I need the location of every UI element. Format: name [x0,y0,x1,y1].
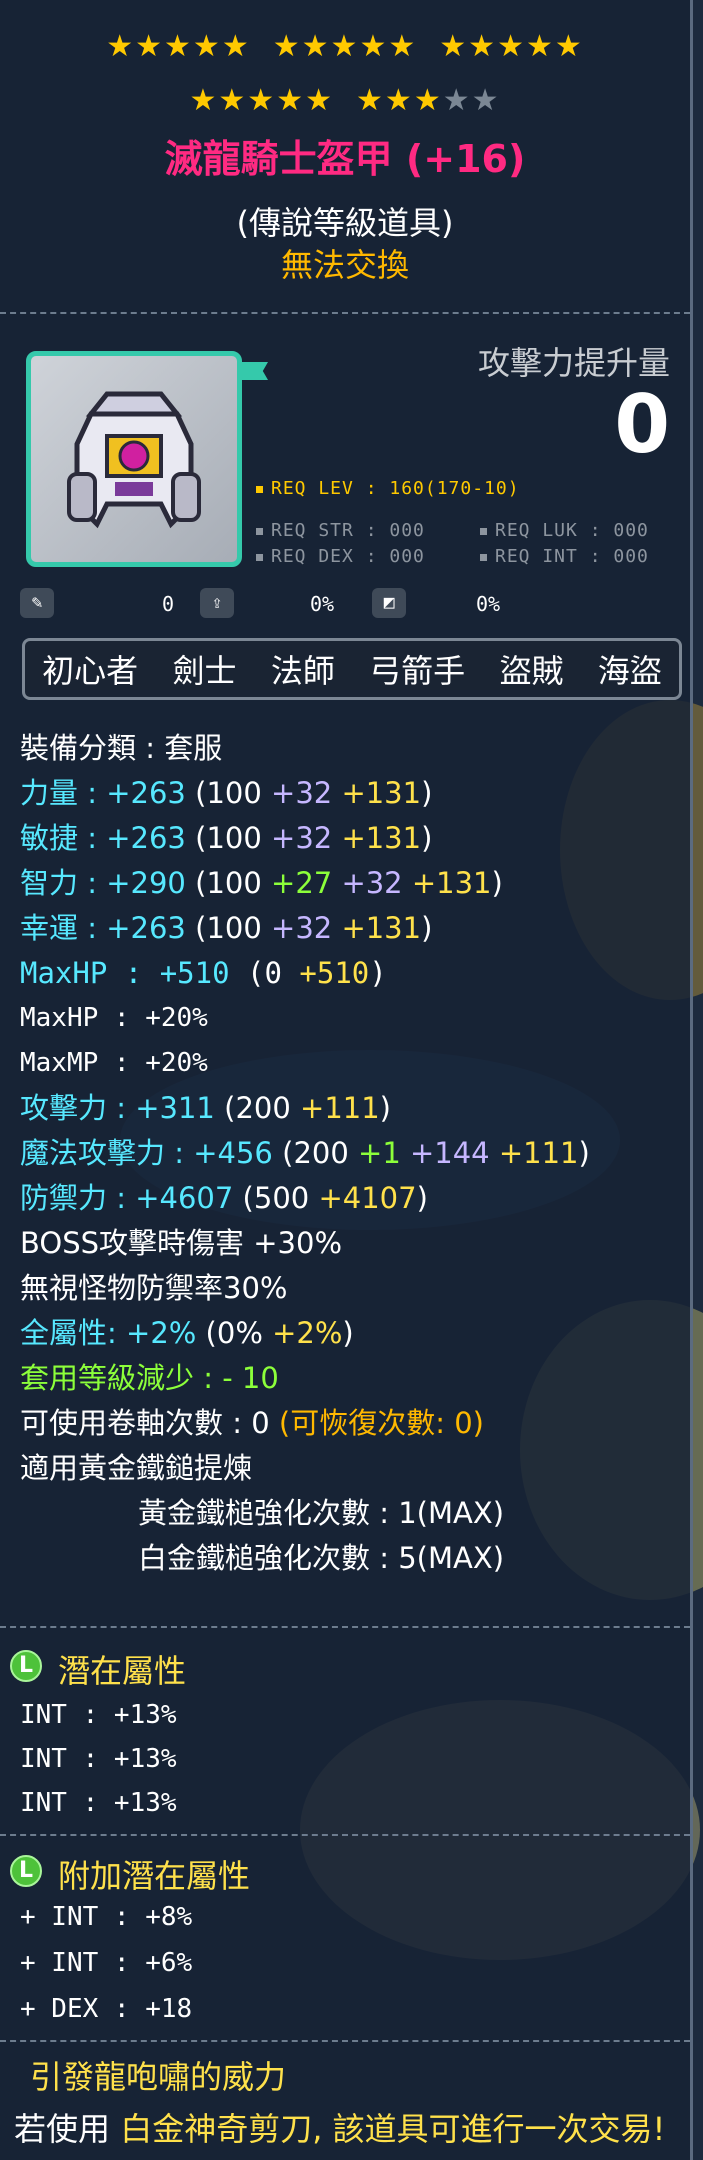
divider [0,1626,690,1628]
job-thief: 盜賊 [499,652,564,690]
stat-maxhp-pct: MaxHP : +20% [20,1003,208,1033]
star-icon: ★ [135,29,165,64]
star-icon: ★ [468,29,498,64]
item-grade: (傳說等級道具) [236,204,454,242]
stat-str: 力量 : +263 (100 +32 +131) [20,776,433,810]
star-icon: ★ [330,29,360,64]
equip-category: 裝備分類 : 套服 [20,731,223,765]
star-icon: ★ [301,29,331,64]
star-icon: ★ [221,29,251,64]
bullet-icon [480,527,487,535]
star-icon: ★ [554,29,584,64]
stat-platinum-hammer-count: 白金鐵槌強化次數 : 5(MAX) [138,1541,505,1575]
req-dex: REQ DEX : 000 [256,546,425,567]
star-icon: ★ [189,83,219,118]
additional-potential-line: + INT : +8% [20,1902,193,1932]
attack-increase-value: 0 [614,378,670,471]
stat-all-stat: 全屬性: +2% (0% +2%) [20,1316,354,1350]
item-name: 滅龍騎士盔甲 (+16) [164,137,526,181]
potential-line: INT : +13% [20,1744,177,1774]
item-effect-description: 若使用 白金神奇剪刀, 該道具可進行一次交易! [14,2110,666,2148]
bullet-icon [480,553,487,561]
upload-icon: ⇪ [200,588,234,618]
scroll-icon: ✎ [20,588,54,618]
divider [0,1834,690,1836]
divider [0,2040,690,2042]
stat-level-reduce: 套用等級減少 : - 10 [20,1361,279,1395]
star-icon: ★ [305,83,334,118]
star-icon: ★ [525,29,555,64]
star-icon: ★ [272,29,302,64]
star-force-row-1: ★★★★★ ★★★★★ ★★★★★ [0,30,690,64]
stat-boss-damage: BOSS攻擊時傷害 +30% [20,1226,343,1260]
legendary-badge-icon: L [10,1855,42,1887]
star-icon: ★ [247,83,277,118]
additional-potential-line: + INT : +6% [20,1948,193,1978]
star-icon: ★ [106,29,136,64]
star-icon: ★ [413,83,443,118]
empty-star-icon: ★ [471,83,501,118]
potential-line: INT : +13% [20,1788,177,1818]
slot-pct-1: 0% [310,592,335,616]
divider [0,312,690,314]
slot-count: 0 [162,592,175,616]
star-icon: ★ [164,29,193,64]
armor-icon [67,391,201,529]
star-icon: ★ [359,29,389,64]
star-icon: ★ [384,83,414,118]
star-icon: ★ [356,83,385,118]
upgrade-slots: ✎ 0 ⇪ 0% ◩ 0% [20,588,540,624]
job-beginner: 初心者 [42,652,139,690]
stat-magic-attack: 魔法攻擊力 : +456 (200 +1 +144 +111) [20,1136,590,1170]
stat-maxhp: MaxHP : +510 (0 +510) [20,956,387,990]
legendary-badge-icon: L [10,1650,42,1682]
bullet-icon [256,527,263,535]
star-icon: ★ [497,29,526,64]
star-icon: ★ [218,83,248,118]
shield-icon: ◩ [372,588,406,618]
req-luk: REQ LUK : 000 [480,520,649,541]
req-str: REQ STR : 000 [256,520,425,541]
stat-attack: 攻擊力 : +311 (200 +111) [20,1091,391,1125]
potential-title: 潛在屬性 [58,1652,187,1690]
additional-potential-line: + DEX : +18 [20,1994,193,2024]
job-warrior: 劍士 [172,652,237,690]
star-icon: ★ [388,29,418,64]
item-icon-frame [26,351,242,567]
job-bowman: 弓箭手 [369,652,466,690]
star-icon: ★ [276,83,306,118]
stat-dex: 敏捷 : +263 (100 +32 +131) [20,821,433,855]
trade-status: 無法交換 [280,246,409,284]
bullet-icon [256,485,263,493]
job-magician: 法師 [270,652,335,690]
star-icon: ★ [192,29,222,64]
empty-star-icon: ★ [442,83,472,118]
stat-defense: 防禦力 : +4607 (500 +4107) [20,1181,428,1215]
star-force-row-2: ★★★★★ ★★★★★ [0,84,690,118]
item-tooltip: ★★★★★ ★★★★★ ★★★★★ ★★★★★ ★★★★★ 滅龍騎士盔甲 (+16) … [0,0,693,2160]
icon-flag [242,362,268,380]
potential-line: INT : +13% [20,1700,177,1730]
req-level: REQ LEV : 160(170-10) [256,478,520,499]
job-pirate: 海盜 [597,652,662,690]
stat-scroll-slots: 可使用卷軸次數 : 0 (可恢復次數: 0) [20,1406,484,1440]
stat-luk: 幸運 : +263 (100 +32 +131) [20,911,433,945]
stat-ignore-defense: 無視怪物防禦率30% [20,1271,288,1305]
item-effect-title: 引發龍咆嘯的威力 [30,2058,287,2096]
job-requirements: 初心者 劍士 法師 弓箭手 盜賊 海盜 [22,638,682,700]
stat-golden-hammer: 適用黃金鐵鎚提煉 [20,1451,253,1485]
bullet-icon [256,553,263,561]
stat-maxmp-pct: MaxMP : +20% [20,1048,208,1078]
slot-pct-2: 0% [476,592,501,616]
additional-potential-title: 附加潛在屬性 [58,1857,251,1895]
stat-int: 智力 : +290 (100 +27 +32 +131) [20,866,503,900]
star-icon: ★ [439,29,469,64]
req-int: REQ INT : 000 [480,546,649,567]
stat-golden-hammer-count: 黃金鐵槌強化次數 : 1(MAX) [138,1496,505,1530]
